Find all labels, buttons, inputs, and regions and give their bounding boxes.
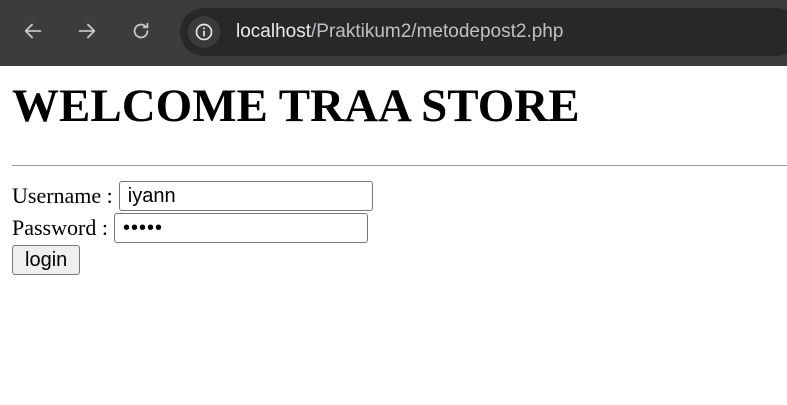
username-row: Username :	[12, 180, 373, 212]
back-button[interactable]	[17, 15, 49, 47]
horizontal-divider	[12, 165, 787, 166]
password-input[interactable]	[113, 213, 368, 243]
password-label: Password :	[12, 215, 108, 240]
info-icon	[195, 23, 213, 41]
reload-icon	[133, 22, 149, 39]
page-content: WELCOME TRAA STORE Username : Password :…	[0, 66, 787, 405]
password-row: Password :	[12, 212, 368, 244]
url-host: localhost	[236, 21, 311, 42]
forward-button[interactable]	[71, 15, 103, 47]
reload-button[interactable]	[125, 15, 157, 47]
url-path: /Praktikum2/metodepost2.php	[311, 21, 564, 42]
browser-toolbar: localhost/Praktikum2/metodepost2.php	[0, 0, 787, 66]
username-input[interactable]	[118, 181, 373, 211]
site-info-button[interactable]	[188, 16, 220, 48]
page-title: WELCOME TRAA STORE	[12, 80, 580, 132]
address-bar[interactable]: localhost/Praktikum2/metodepost2.php	[180, 8, 787, 56]
username-label: Username :	[12, 183, 113, 208]
arrow-left-icon	[24, 23, 42, 39]
arrow-right-icon	[78, 23, 96, 39]
url-text[interactable]: localhost/Praktikum2/metodepost2.php	[236, 8, 563, 56]
login-button[interactable]: login	[12, 245, 81, 275]
